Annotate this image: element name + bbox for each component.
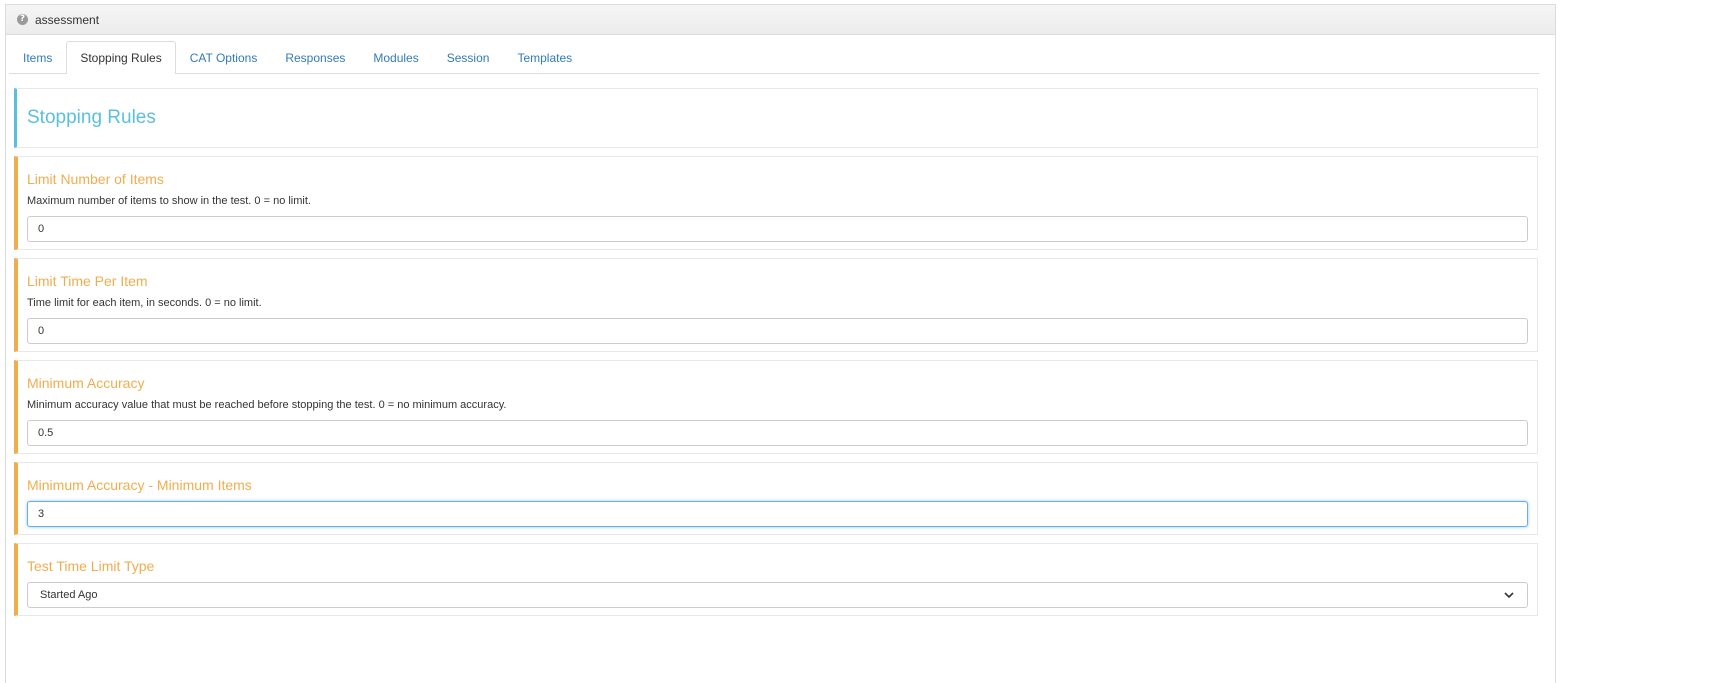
stopping-rules-content: Stopping Rules Limit Number of Items Max…: [14, 88, 1538, 624]
min-accuracy-items-label: Minimum Accuracy - Minimum Items: [27, 477, 252, 493]
help-icon[interactable]: ?: [17, 14, 28, 25]
tab-stopping-rules[interactable]: Stopping Rules: [66, 41, 176, 74]
time-limit-type-field: Test Time Limit Type Started Ago: [14, 543, 1538, 616]
tab-modules[interactable]: Modules: [359, 41, 432, 73]
limit-items-label: Limit Number of Items: [27, 171, 164, 187]
limit-items-field: Limit Number of Items Maximum number of …: [14, 156, 1538, 250]
section-title: Stopping Rules: [27, 107, 156, 128]
limit-time-label: Limit Time Per Item: [27, 273, 148, 289]
min-accuracy-items-input[interactable]: [27, 501, 1528, 527]
chevron-down-icon: [1504, 592, 1514, 599]
limit-time-field: Limit Time Per Item Time limit for each …: [14, 258, 1538, 352]
min-accuracy-description: Minimum accuracy value that must be reac…: [27, 399, 507, 411]
limit-time-input[interactable]: [27, 318, 1528, 344]
tab-templates[interactable]: Templates: [503, 41, 586, 73]
tab-items[interactable]: Items: [9, 41, 66, 73]
min-accuracy-label: Minimum Accuracy: [27, 375, 145, 391]
section-header: Stopping Rules: [14, 88, 1538, 148]
time-limit-type-label: Test Time Limit Type: [27, 558, 155, 574]
tab-cat-options[interactable]: CAT Options: [176, 41, 272, 73]
min-accuracy-input[interactable]: [27, 420, 1528, 446]
limit-items-description: Maximum number of items to show in the t…: [27, 195, 311, 207]
tab-session[interactable]: Session: [433, 41, 504, 73]
min-accuracy-field: Minimum Accuracy Minimum accuracy value …: [14, 360, 1538, 454]
limit-items-input[interactable]: [27, 216, 1528, 242]
min-accuracy-items-field: Minimum Accuracy - Minimum Items: [14, 462, 1538, 535]
panel-title: assessment: [35, 12, 100, 27]
tab-bar: Items Stopping Rules CAT Options Respons…: [9, 41, 1539, 74]
panel-header: ? assessment: [6, 5, 1555, 35]
tab-responses[interactable]: Responses: [271, 41, 359, 73]
time-limit-type-select[interactable]: Started Ago: [27, 582, 1528, 608]
time-limit-type-value: Started Ago: [40, 589, 98, 601]
limit-time-description: Time limit for each item, in seconds. 0 …: [27, 297, 262, 309]
